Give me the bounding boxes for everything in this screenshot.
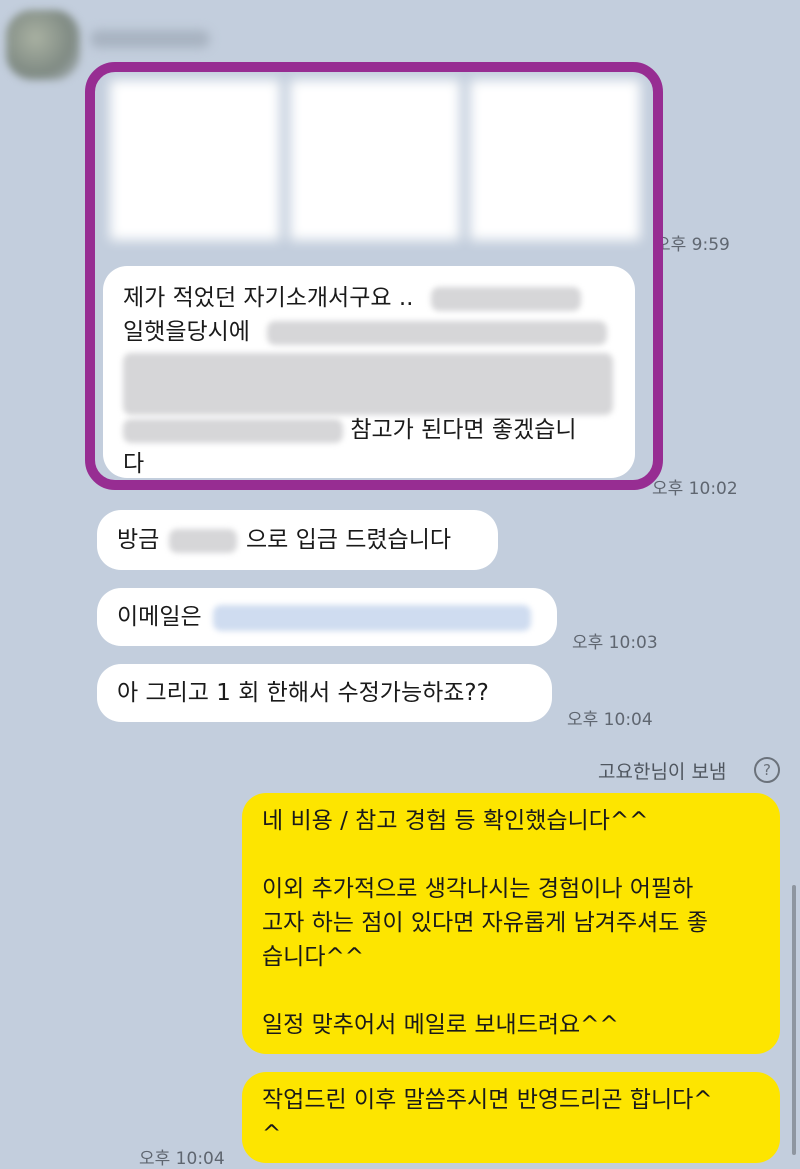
sender-name: [90, 30, 210, 48]
message-time: 오후 10:03: [572, 633, 658, 653]
sent-by-label: 고요한님이 보냄: [598, 761, 727, 783]
scrollbar[interactable]: [792, 885, 796, 1155]
message-text: [262, 974, 760, 1008]
message-time: 오후 10:04: [567, 710, 653, 730]
avatar[interactable]: [6, 10, 80, 80]
message-text: 이메일은: [117, 604, 202, 630]
message-time: 오후 10:02: [652, 479, 738, 499]
redacted-email-link[interactable]: [212, 604, 531, 631]
highlight-frame: [85, 62, 663, 490]
message-bubble-email[interactable]: 이메일은: [97, 588, 557, 646]
redacted-text: [168, 528, 237, 553]
message-text: 작업드린 이후 말씀주시면 반영드리곤 합니다^: [262, 1087, 713, 1113]
message-bubble-deposit[interactable]: 방금 으로 입금 드렸습니다: [97, 510, 498, 570]
message-bubble-revision[interactable]: 아 그리고 1 회 한해서 수정가능하죠??: [97, 664, 552, 722]
message-text: 일정 맞추어서 메일로 보내드려요^^: [262, 1012, 619, 1038]
message-bubble-reply-1[interactable]: 네 비용 / 참고 경험 등 확인했습니다^^ 이외 추가적으로 생각나시는 경…: [242, 793, 780, 1054]
message-text: 으로 입금 드렸습니다: [245, 527, 452, 553]
message-text: ^: [262, 1121, 282, 1147]
message-time: 오후 9:59: [655, 235, 730, 255]
message-text: 습니다^^: [262, 944, 365, 970]
message-text: 네 비용 / 참고 경험 등 확인했습니다^^: [262, 808, 649, 834]
message-text: 방금: [117, 527, 160, 553]
message-text: 이외 추가적으로 생각나시는 경험이나 어필하: [262, 876, 694, 902]
message-text: 고자 하는 점이 있다면 자유롭게 남겨주셔도 좋: [262, 910, 708, 936]
message-time: 오후 10:04: [139, 1149, 225, 1169]
help-icon[interactable]: ?: [754, 757, 780, 783]
message-bubble-reply-2[interactable]: 작업드린 이후 말씀주시면 반영드리곤 합니다^ ^: [242, 1072, 780, 1163]
message-text: [262, 838, 760, 872]
message-text: 아 그리고 1 회 한해서 수정가능하죠??: [117, 680, 489, 706]
